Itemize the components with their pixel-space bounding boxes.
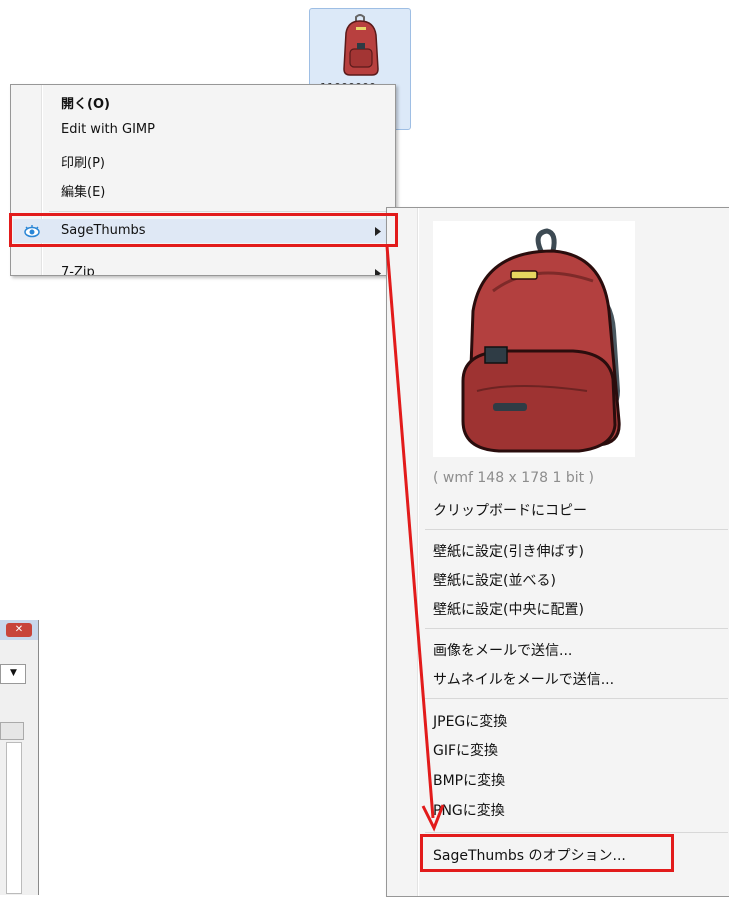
annotation-arrow: [385, 245, 445, 832]
